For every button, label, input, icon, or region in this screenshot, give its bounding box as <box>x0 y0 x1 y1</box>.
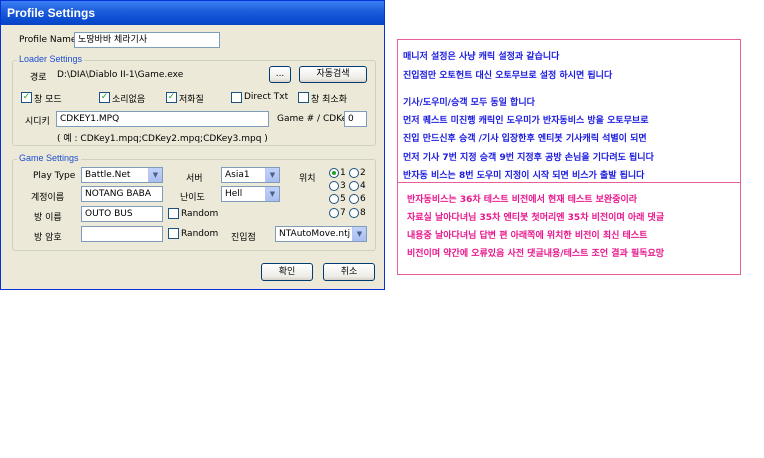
ok-button[interactable]: 확인 <box>261 263 313 281</box>
position-radio-label: 5 <box>340 194 346 204</box>
position-radio-5[interactable] <box>329 194 339 204</box>
no-sound-checkbox[interactable]: ✓ <box>99 92 110 103</box>
position-radio-3[interactable] <box>329 181 339 191</box>
note-line: 기사/도우미/승객 모두 동일 합니다 <box>403 98 535 108</box>
chevron-down-icon: ▼ <box>352 227 366 241</box>
path-value: D:\DIA\Diablo II-1\Game.exe <box>53 67 261 82</box>
position-radio-label: 3 <box>340 181 346 191</box>
minimize-label: 창 최소화 <box>311 95 347 105</box>
random-password-label: Random <box>181 229 219 239</box>
position-radio-4[interactable] <box>349 181 359 191</box>
direct-txt-checkbox[interactable] <box>231 92 242 103</box>
play-type-value: Battle.Net <box>85 170 131 180</box>
low-quality-checkbox[interactable]: ✓ <box>166 92 177 103</box>
difficulty-label: 난이도 <box>180 193 205 203</box>
no-sound-label: 소리없음 <box>112 95 146 105</box>
entry-point-label: 진입점 <box>231 233 256 243</box>
path-label: 경로 <box>30 73 47 83</box>
difficulty-select[interactable]: Hell ▼ <box>221 186 280 202</box>
play-type-label: Play Type <box>33 171 76 181</box>
position-radio-2[interactable] <box>349 168 359 178</box>
window-mode-checkbox[interactable]: ✓ <box>21 92 32 103</box>
cancel-button[interactable]: 취소 <box>323 263 375 281</box>
room-password-input[interactable] <box>81 226 163 242</box>
server-select[interactable]: Asia1 ▼ <box>221 167 280 183</box>
title-bar[interactable]: Profile Settings <box>1 1 384 25</box>
random-room-label: Random <box>181 209 219 219</box>
position-radio-label: 1 <box>340 168 346 178</box>
minimize-checkbox[interactable] <box>298 92 309 103</box>
cdkey-hint: ( 예 : CDKey1.mpq;CDKey2.mpq;CDKey3.mpq ) <box>57 134 268 144</box>
low-quality-label: 저화질 <box>179 95 204 105</box>
position-radio-1[interactable] <box>329 168 339 178</box>
random-room-checkbox[interactable] <box>168 208 179 219</box>
game-settings-title: Game Settings <box>17 153 81 163</box>
room-name-label: 방 이름 <box>34 213 62 223</box>
browse-button[interactable]: ... <box>269 66 291 83</box>
position-label: 위치 <box>299 174 316 184</box>
server-value: Asia1 <box>225 170 250 180</box>
position-radio-label: 8 <box>360 208 366 218</box>
note-line: 매니저 설정은 사냥 캐릭 설정과 같습니다 <box>403 52 560 62</box>
account-input[interactable]: NOTANG BABA <box>81 186 163 202</box>
position-radio-6[interactable] <box>349 194 359 204</box>
position-radio-label: 7 <box>340 208 346 218</box>
position-radio-label: 2 <box>360 168 366 178</box>
profile-name-input[interactable]: 노땅바바 체라기사 <box>74 32 220 48</box>
chevron-down-icon: ▼ <box>265 187 279 201</box>
server-label: 서버 <box>186 174 203 184</box>
profile-settings-window: Profile Settings Profile Name 노땅바바 체라기사 … <box>0 0 385 290</box>
autodetect-button[interactable]: 자동검색 <box>299 66 367 83</box>
chevron-down-icon: ▼ <box>265 168 279 182</box>
cdkey-label: 시디키 <box>25 117 50 127</box>
play-type-select[interactable]: Battle.Net ▼ <box>81 167 163 183</box>
warning-line: 반자동비스는 36차 테스트 비전에서 현재 테스트 보완중이라 <box>407 195 638 205</box>
cdkey-input[interactable]: CDKEY1.MPQ <box>56 111 269 127</box>
position-radio-label: 4 <box>360 181 366 191</box>
note-line: 진입 만드신후 승객 /기사 입장한후 엔티봇 기사캐릭 석별이 되면 <box>403 134 647 144</box>
entry-point-select[interactable]: NTAutoMove.ntj ▼ <box>275 226 367 242</box>
note-line: 먼저 기사 7번 지정 승객 9번 지정후 공방 손님을 기다려도 됩니다 <box>403 153 654 163</box>
account-label: 계정이름 <box>31 193 65 203</box>
room-password-label: 방 암호 <box>34 233 62 243</box>
loader-settings-title: Loader Settings <box>17 54 85 64</box>
entry-point-value: NTAutoMove.ntj <box>279 229 351 239</box>
chevron-down-icon: ▼ <box>148 168 162 182</box>
position-radio-8[interactable] <box>349 208 359 218</box>
difficulty-value: Hell <box>225 189 243 199</box>
game-cdkey-label: Game # / CDKey <box>277 114 353 124</box>
direct-txt-label: Direct Txt <box>244 92 289 102</box>
note-line: 반자동 비스는 8번 도우미 지정이 시작 되면 비스가 출발 됩니다 <box>403 171 645 181</box>
game-cdkey-input[interactable]: 0 <box>344 111 367 127</box>
window-mode-label: 창 모드 <box>34 95 62 105</box>
random-password-checkbox[interactable] <box>168 228 179 239</box>
position-radio-label: 6 <box>360 194 366 204</box>
room-name-input[interactable]: OUTO BUS <box>81 206 163 222</box>
note-line: 진입점만 오토헌트 대신 오토무브로 설정 하시면 됩니다 <box>403 71 613 81</box>
warning-line: 자료실 날아다녀님 35차 엔티봇 첫머리엔 35차 비전이며 아래 댓글 <box>407 213 665 223</box>
warning-line: 비전이며 약간에 오류있음 사전 댓글내용/테스트 조언 결과 필독요망 <box>407 249 665 259</box>
warning-line: 내용중 날아다녀님 답변 편 아래쪽에 위치한 비전이 최신 테스트 <box>407 231 648 241</box>
position-radio-7[interactable] <box>329 208 339 218</box>
note-line: 먼저 퀘스트 미진행 캐릭인 도우미가 반자동비스 방을 오토무브로 <box>403 116 649 126</box>
profile-name-label: Profile Name <box>19 35 77 45</box>
